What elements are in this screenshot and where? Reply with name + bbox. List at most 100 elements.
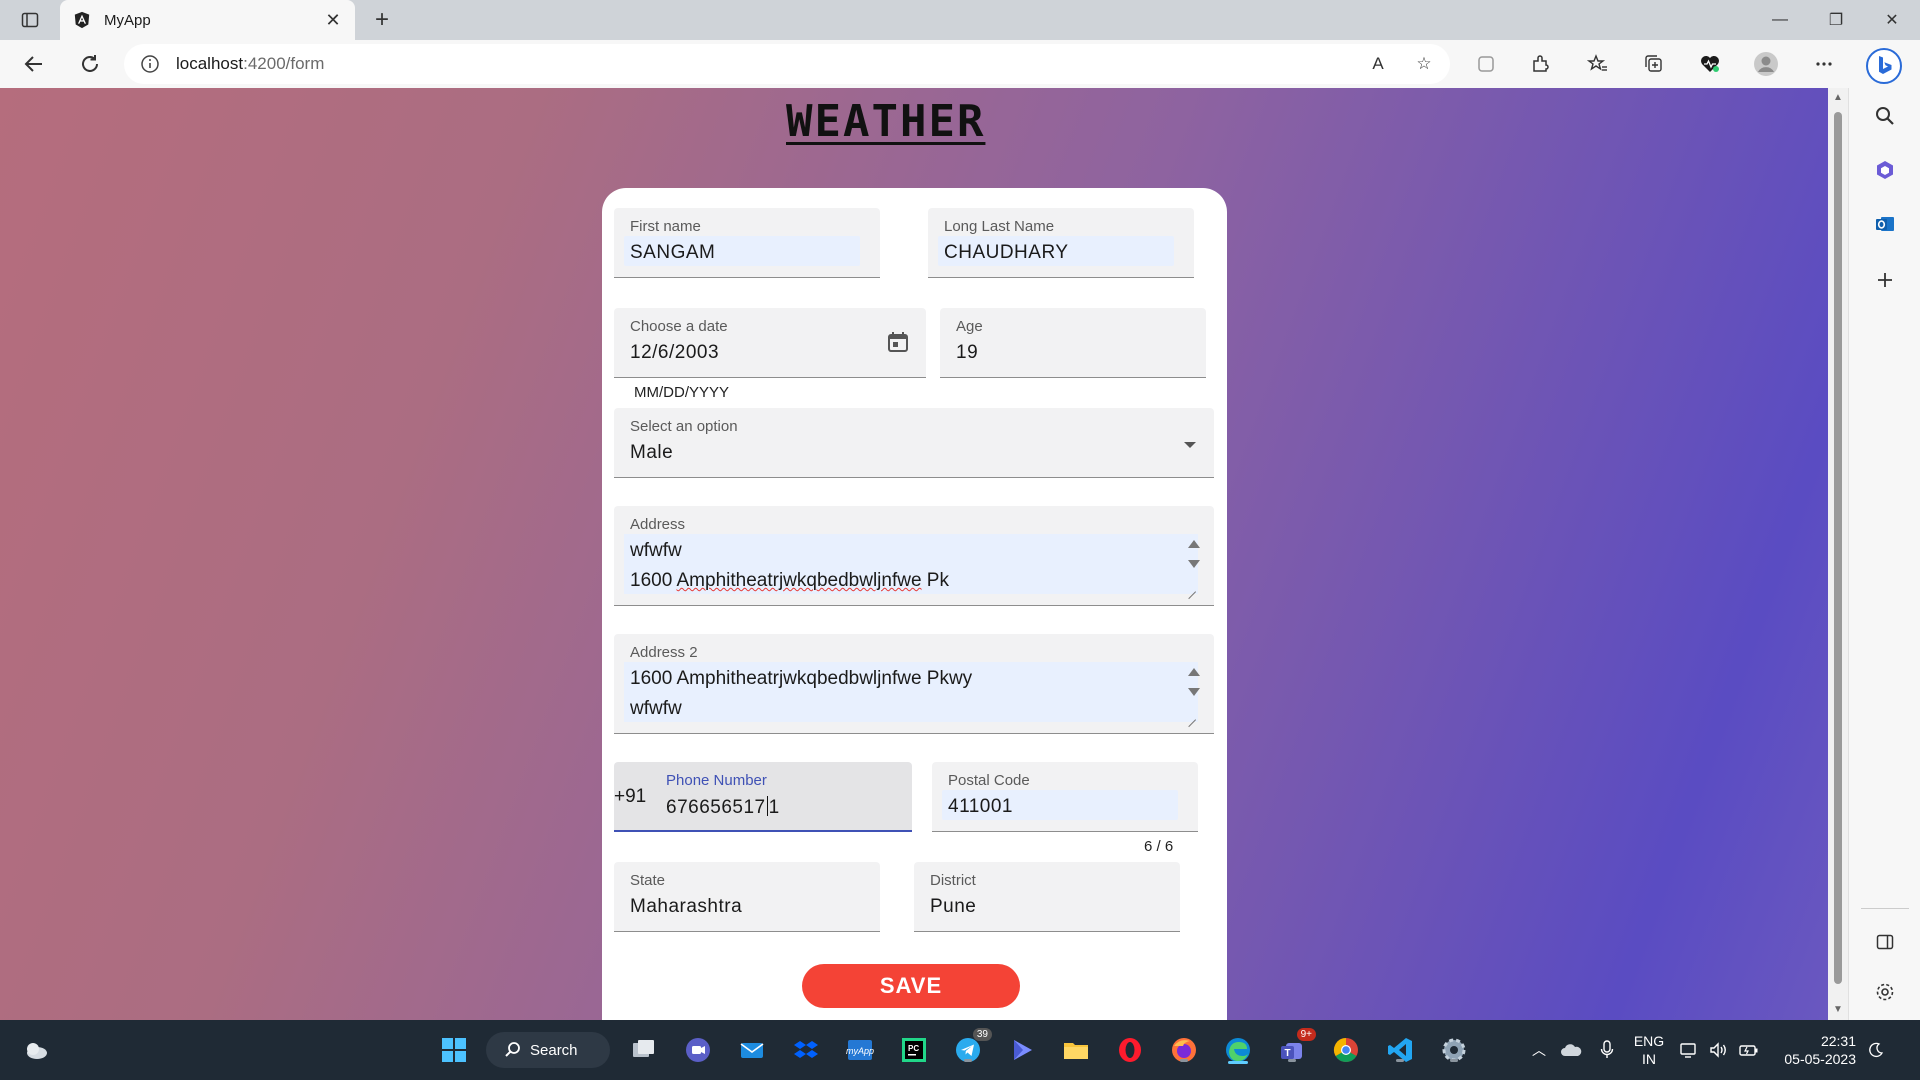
scroll-up-icon[interactable] [1188, 668, 1200, 676]
onedrive-cloud-icon[interactable] [1552, 1042, 1590, 1058]
scroll-down-icon[interactable] [1188, 560, 1200, 568]
address2-line-2: wfwfw [630, 698, 682, 719]
office-icon[interactable] [1871, 156, 1899, 184]
postal-code-field[interactable]: Postal Code 411001 [932, 762, 1198, 832]
refresh-icon [82, 55, 98, 72]
task-view-icon[interactable] [628, 1034, 660, 1066]
clock[interactable]: 22:31 05-05-2023 [1764, 1032, 1856, 1068]
dropdown-arrow-icon[interactable] [1184, 442, 1196, 448]
hide-sidebar-icon[interactable] [1871, 928, 1899, 956]
favorite-star-icon[interactable]: ☆ [1412, 52, 1436, 76]
mail-icon[interactable] [736, 1034, 768, 1066]
last-name-value: CHAUDHARY [944, 242, 1069, 263]
language-indicator[interactable]: ENG IN [1624, 1032, 1674, 1068]
weather-widget-icon[interactable] [20, 1034, 52, 1066]
form-card: First name SANGAM Long Last Name CHAUDHA… [602, 188, 1227, 1020]
profile-avatar[interactable] [1750, 48, 1782, 80]
bing-copilot-icon[interactable] [1864, 46, 1904, 86]
volume-icon[interactable] [1704, 1041, 1734, 1059]
address-field[interactable]: Address wfwfw 1600 Amphitheatrjwkqbedbwl… [614, 506, 1214, 606]
scroll-down-icon[interactable] [1188, 688, 1200, 696]
scroll-down-icon[interactable]: ▼ [1832, 1004, 1844, 1016]
favorites-icon[interactable] [1582, 48, 1614, 80]
performance-heart-icon[interactable] [1694, 48, 1726, 80]
district-value: Pune [930, 896, 977, 917]
teams-icon[interactable]: T 9+ [1276, 1028, 1316, 1066]
phone-field[interactable]: +91 Phone Number 676656517 1 [614, 762, 912, 832]
site-info-icon[interactable] [138, 52, 162, 76]
address-line-2: 1600 Amphitheatrjwkqbedbwljnfwe Pk [630, 570, 949, 591]
minimize-button[interactable]: — [1752, 0, 1808, 40]
extensions-icon[interactable] [1524, 48, 1556, 80]
settings-gear-icon[interactable] [1871, 978, 1899, 1006]
date-label: Choose a date [630, 318, 728, 335]
back-button[interactable] [18, 48, 50, 80]
date-value: 12/6/2003 [630, 342, 720, 363]
address-bar[interactable]: localhost:4200/form A ☆ [124, 44, 1450, 84]
active-indicator [1228, 1061, 1248, 1064]
pycharm-icon[interactable]: PC [898, 1034, 930, 1066]
gender-select[interactable]: Select an option Male [614, 408, 1214, 478]
settings-icon[interactable] [1438, 1034, 1470, 1066]
outlook-icon[interactable] [1871, 210, 1899, 238]
dropbox-icon[interactable] [790, 1034, 822, 1066]
taskbar-search-label: Search [530, 1041, 578, 1059]
taskbar-search[interactable]: Search [486, 1032, 610, 1068]
scroll-up-icon[interactable]: ▲ [1832, 92, 1844, 104]
scrollbar-thumb[interactable] [1834, 112, 1842, 984]
more-options-icon[interactable] [1808, 48, 1840, 80]
age-field[interactable]: Age 19 [940, 308, 1206, 378]
postal-code-label: Postal Code [948, 772, 1030, 789]
file-explorer-icon[interactable] [1060, 1034, 1092, 1066]
page-scrollbar[interactable]: ▲ ▼ [1828, 88, 1848, 1020]
media-player-icon[interactable] [1006, 1034, 1038, 1066]
collections-icon[interactable] [1638, 48, 1670, 80]
age-value: 19 [956, 342, 979, 363]
search-icon[interactable] [1871, 102, 1899, 130]
network-icon[interactable] [1674, 1041, 1704, 1059]
maximize-button[interactable]: ❐ [1808, 0, 1864, 40]
angular-icon [72, 10, 92, 30]
tab-actions-icon[interactable] [18, 8, 42, 32]
district-field[interactable]: District Pune [914, 862, 1180, 932]
chrome-icon[interactable] [1330, 1034, 1362, 1066]
add-sidebar-app-icon[interactable] [1871, 266, 1899, 294]
browser-tab-myapp[interactable]: MyApp ✕ [60, 0, 355, 40]
first-name-field[interactable]: First name SANGAM [614, 208, 880, 278]
url-path: :4200/form [243, 54, 325, 73]
vscode-icon[interactable] [1384, 1034, 1416, 1066]
age-label: Age [956, 318, 983, 335]
refresh-button[interactable] [74, 48, 106, 80]
save-button[interactable]: SAVE [802, 964, 1020, 1008]
read-aloud-icon[interactable]: A [1366, 52, 1390, 76]
address2-field[interactable]: Address 2 1600 Amphitheatrjwkqbedbwljnfw… [614, 634, 1214, 734]
date-field[interactable]: Choose a date 12/6/2003 [614, 308, 926, 378]
microphone-icon[interactable] [1590, 1040, 1624, 1060]
search-icon [505, 1042, 520, 1057]
last-name-field[interactable]: Long Last Name CHAUDHARY [928, 208, 1194, 278]
myapp-icon[interactable]: myApp [844, 1034, 876, 1066]
battery-icon[interactable] [1734, 1043, 1764, 1057]
start-windows-icon[interactable] [438, 1034, 470, 1066]
close-tab-icon[interactable]: ✕ [323, 10, 343, 30]
chevron-up-icon[interactable]: ︿ [1526, 1040, 1552, 1060]
scroll-up-icon[interactable] [1188, 540, 1200, 548]
address2-line-1: 1600 Amphitheatrjwkqbedbwljnfwe Pkwy [630, 668, 973, 689]
brand-title: WEATHER [786, 96, 986, 147]
telegram-icon[interactable]: 39 [952, 1028, 992, 1066]
edge-icon[interactable] [1222, 1034, 1254, 1066]
close-window-button[interactable]: ✕ [1864, 0, 1920, 40]
opera-icon[interactable] [1114, 1034, 1146, 1066]
state-field[interactable]: State Maharashtra [614, 862, 880, 932]
calendar-icon[interactable] [884, 328, 912, 356]
new-tab-button[interactable]: + [368, 6, 396, 34]
running-indicator [1180, 1059, 1188, 1062]
firefox-icon[interactable] [1168, 1034, 1200, 1066]
meet-icon[interactable] [682, 1034, 714, 1066]
date-format-hint: MM/DD/YYYY [634, 384, 730, 401]
app-icon[interactable] [1470, 48, 1502, 80]
svg-text:myApp: myApp [846, 1046, 874, 1056]
notification-moon-icon[interactable] [1856, 1042, 1896, 1058]
system-tray: ︿ ENG IN 22:31 05-05-2023 [1526, 1020, 1896, 1080]
window-controls: — ❐ ✕ [1752, 0, 1920, 40]
